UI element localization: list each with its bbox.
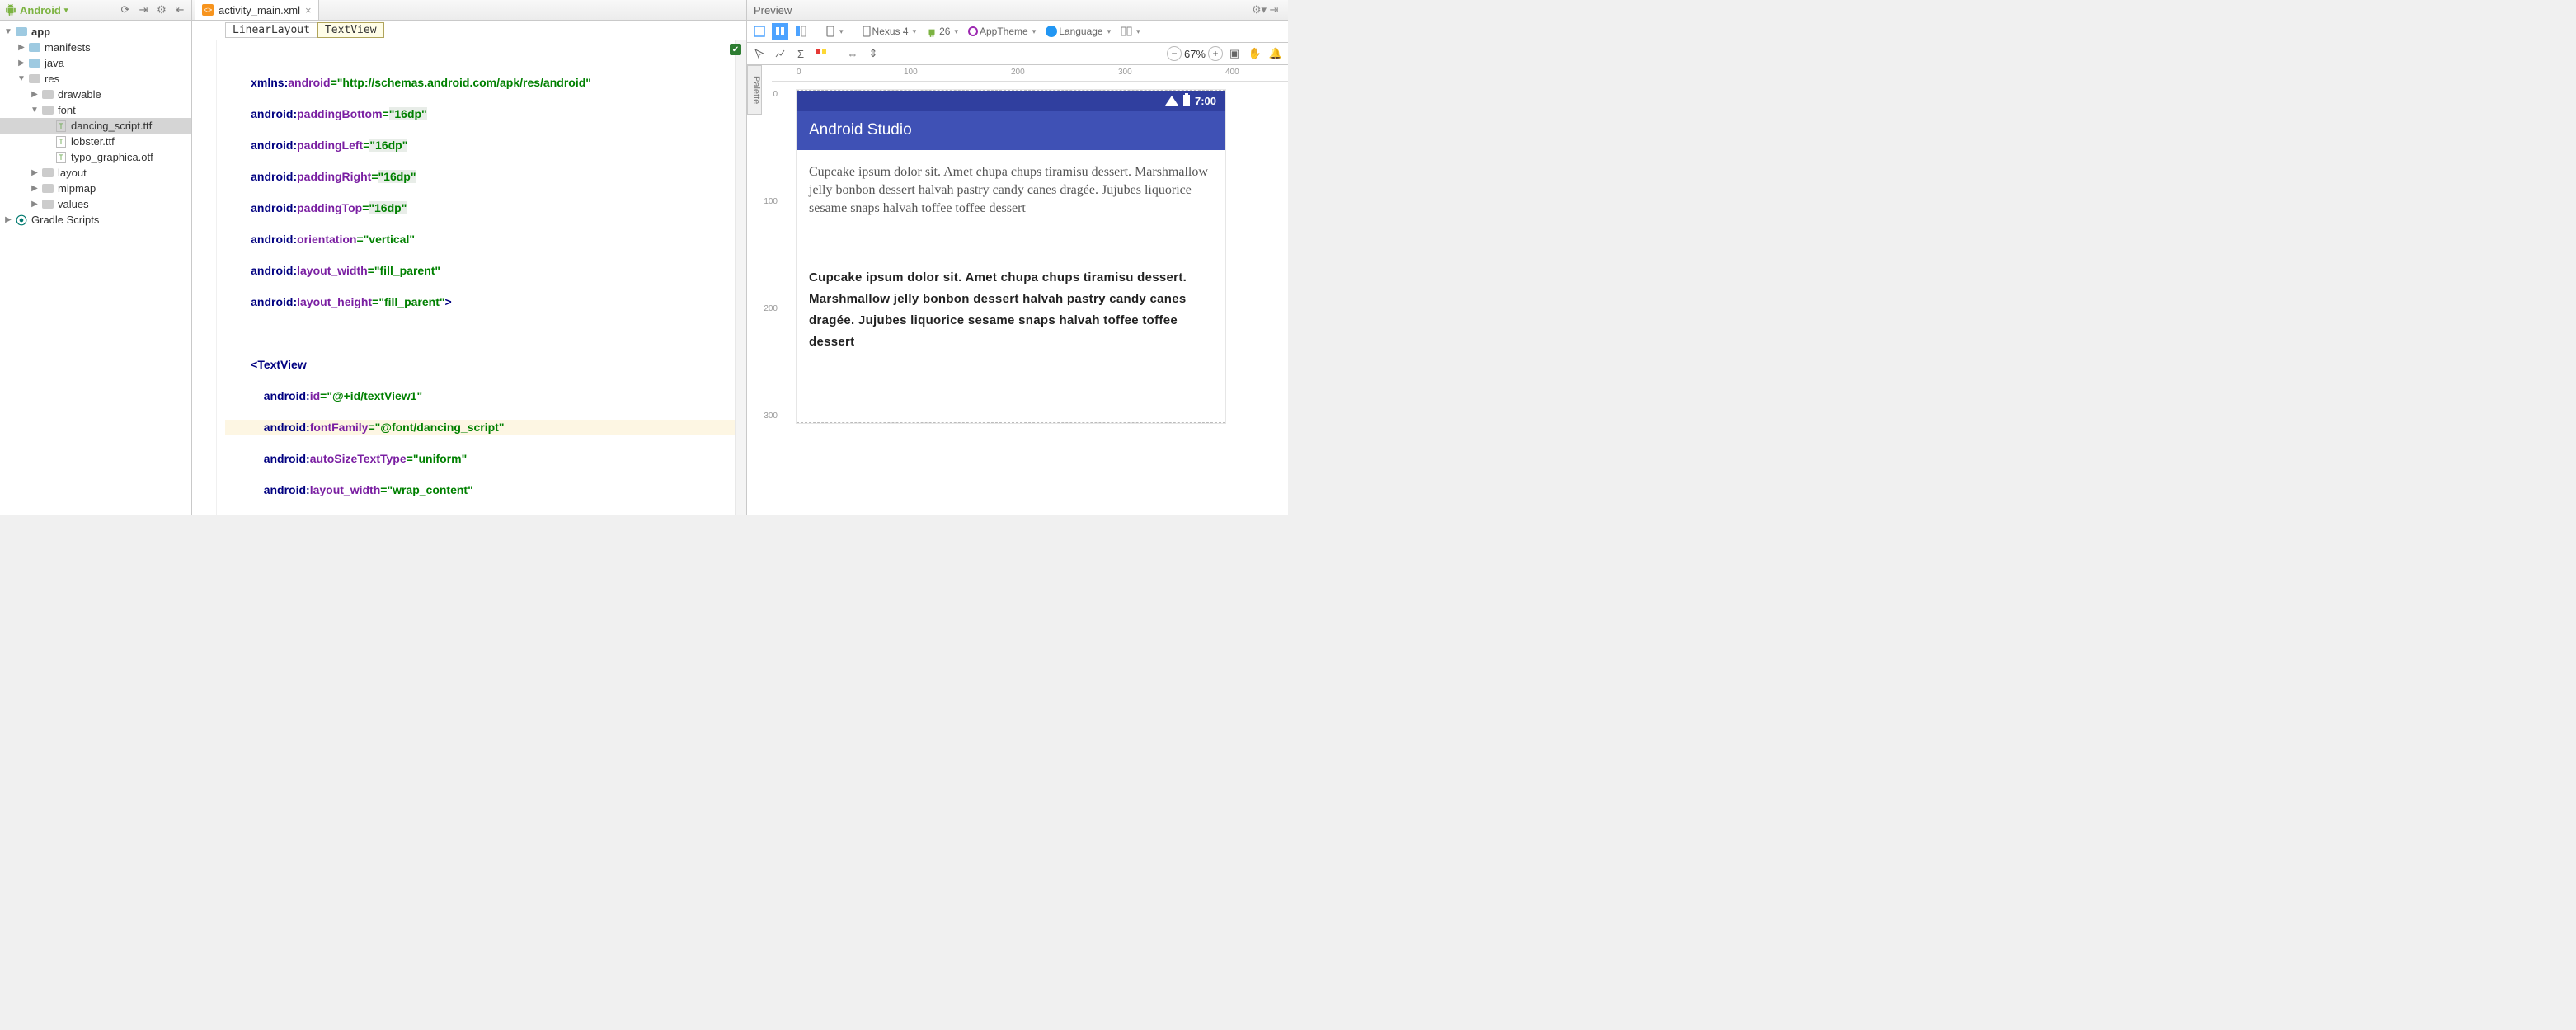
tree-lobster[interactable]: Tlobster.ttf xyxy=(0,134,191,149)
notifications-icon[interactable]: 🔔 xyxy=(1267,45,1285,62)
tree-values[interactable]: ▶values xyxy=(0,196,191,212)
gear-icon[interactable]: ⚙ xyxy=(155,3,168,16)
project-view-label: Android xyxy=(20,4,61,16)
zoom-controls: − 67% + ▣ ✋ 🔔 xyxy=(1167,45,1285,62)
device-picker[interactable]: Nexus 4 xyxy=(859,23,920,40)
device-statusbar: 7:00 xyxy=(797,91,1225,111)
app-title: Android Studio xyxy=(809,121,912,139)
editor-panel: <> activity_main.xml × LinearLayout Text… xyxy=(192,0,746,515)
select-icon[interactable] xyxy=(750,45,769,62)
hide-icon[interactable]: ⇥ xyxy=(1267,2,1281,17)
tree-res[interactable]: ▼res xyxy=(0,71,191,87)
tree-typo[interactable]: Ttypo_graphica.otf xyxy=(0,149,191,165)
sync-icon[interactable]: ⟳ xyxy=(119,3,132,16)
font-file-icon: T xyxy=(56,120,66,132)
variant-picker[interactable] xyxy=(1117,23,1144,40)
tree-drawable[interactable]: ▶drawable xyxy=(0,87,191,102)
hide-icon[interactable]: ⇤ xyxy=(173,3,186,16)
expand-h-icon[interactable]: ⇔ xyxy=(844,45,862,62)
editor-gutter[interactable] xyxy=(192,40,217,515)
breadcrumb-linearlayout[interactable]: LinearLayout xyxy=(225,22,317,38)
warnings-icon[interactable] xyxy=(812,45,830,62)
editor-tabs: <> activity_main.xml × xyxy=(192,0,746,21)
tree-gradle[interactable]: ▶ Gradle Scripts xyxy=(0,212,191,228)
project-tree: ▼app ▶manifests ▶java ▼res ▶drawable ▼fo… xyxy=(0,21,191,231)
expand-v-icon[interactable]: ⇕ xyxy=(864,45,882,62)
device-appbar: Android Studio xyxy=(797,111,1225,150)
tab-activity-main[interactable]: <> activity_main.xml × xyxy=(195,0,319,20)
design-view-icon[interactable] xyxy=(750,23,769,40)
font-file-icon: T xyxy=(56,152,66,163)
ruler-horizontal: 0 100 200 300 400 xyxy=(772,65,1288,82)
project-view-selector[interactable]: Android ▾ xyxy=(5,4,68,16)
breadcrumb-textview[interactable]: TextView xyxy=(317,22,384,38)
ruler-vertical: 0 100 200 300 xyxy=(762,82,780,515)
tree-layout[interactable]: ▶layout xyxy=(0,165,191,181)
textview-1-preview[interactable]: Cupcake ipsum dolor sit. Amet chupa chup… xyxy=(809,163,1213,218)
wifi-icon xyxy=(1165,96,1178,106)
theme-picker[interactable]: AppTheme xyxy=(965,23,1039,40)
tree-manifests[interactable]: ▶manifests xyxy=(0,40,191,55)
font-file-icon: T xyxy=(56,136,66,148)
status-time: 7:00 xyxy=(1195,95,1216,107)
gear-icon[interactable]: ⚙▾ xyxy=(1252,2,1267,17)
gradle-icon xyxy=(15,214,28,227)
preview-titlebar: Preview ⚙▾ ⇥ xyxy=(747,0,1288,21)
textview-2-preview[interactable]: Cupcake ipsum dolor sit. Amet chupa chup… xyxy=(809,267,1213,353)
sigma-icon[interactable]: Σ xyxy=(792,45,810,62)
preview-canvas[interactable]: Palette 0 100 200 300 400 0 100 200 300 … xyxy=(747,65,1288,515)
globe-icon xyxy=(1046,26,1057,37)
palette-tab[interactable]: Palette xyxy=(747,65,762,115)
preview-toolbar: Nexus 4 26 AppTheme Language xyxy=(747,21,1288,43)
breadcrumb: LinearLayout TextView xyxy=(192,21,746,40)
blueprint-view-icon[interactable] xyxy=(772,23,788,40)
api-picker[interactable]: 26 xyxy=(923,23,961,40)
tree-dancing[interactable]: Tdancing_script.ttf xyxy=(0,118,191,134)
code-editor[interactable]: ✔ xmlns:android="http://schemas.android.… xyxy=(217,40,735,515)
project-toolbar: Android ▾ ⟳ ⇥ ⚙ ⇤ xyxy=(0,0,191,21)
device-frame[interactable]: 7:00 Android Studio Cupcake ipsum dolor … xyxy=(797,90,1225,423)
device-content: Cupcake ipsum dolor sit. Amet chupa chup… xyxy=(797,150,1225,422)
zoom-in-button[interactable]: + xyxy=(1208,46,1223,61)
preview-title: Preview xyxy=(754,4,792,16)
language-picker[interactable]: Language xyxy=(1042,23,1114,40)
tree-app[interactable]: ▼app xyxy=(0,24,191,40)
preview-toolbar-2: Σ ⇔ ⇕ − 67% + ▣ ✋ 🔔 xyxy=(747,43,1288,65)
split-view-icon[interactable] xyxy=(792,23,810,40)
tree-java[interactable]: ▶java xyxy=(0,55,191,71)
tree-mipmap[interactable]: ▶mipmap xyxy=(0,181,191,196)
zoom-level: 67% xyxy=(1184,48,1206,60)
collapse-icon[interactable]: ⇥ xyxy=(137,3,150,16)
graph-icon[interactable] xyxy=(771,45,789,62)
project-panel: Android ▾ ⟳ ⇥ ⚙ ⇤ ▼app ▶manifests ▶java … xyxy=(0,0,192,515)
tab-label: activity_main.xml xyxy=(219,4,300,16)
orientation-picker[interactable] xyxy=(822,23,847,40)
zoom-fit-icon[interactable]: ▣ xyxy=(1225,45,1243,62)
xml-file-icon: <> xyxy=(202,4,214,16)
battery-icon xyxy=(1183,95,1190,106)
tree-font[interactable]: ▼font xyxy=(0,102,191,118)
close-icon[interactable]: × xyxy=(305,4,312,16)
zoom-out-button[interactable]: − xyxy=(1167,46,1182,61)
inspection-ok-icon[interactable]: ✔ xyxy=(730,44,735,55)
pan-icon[interactable]: ✋ xyxy=(1246,45,1264,62)
editor-scrollbar[interactable] xyxy=(735,40,746,515)
preview-panel: Preview ⚙▾ ⇥ Nexus 4 26 AppTheme Languag… xyxy=(746,0,1288,515)
